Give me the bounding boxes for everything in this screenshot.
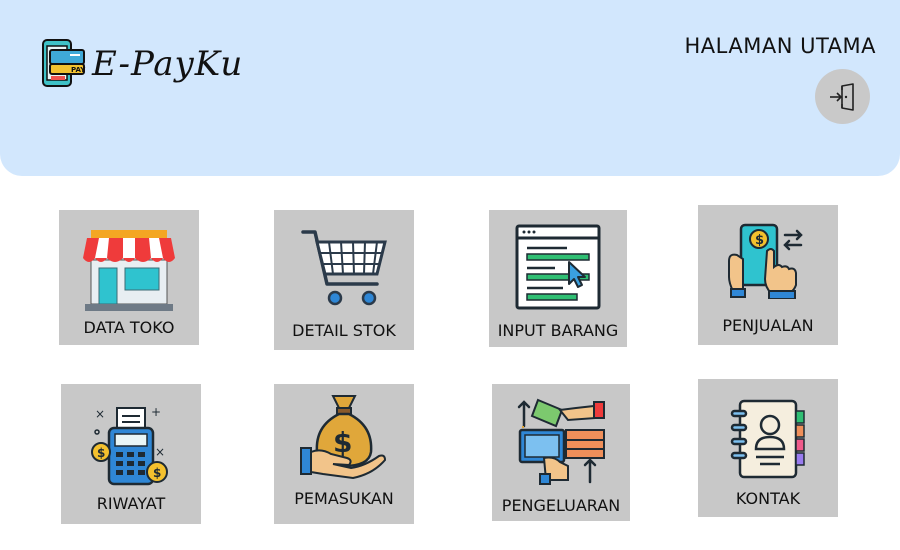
menu-tile-label: DETAIL STOK xyxy=(292,321,396,340)
menu-tile-label: KONTAK xyxy=(735,489,801,508)
menu-tile-input-barang[interactable]: INPUT BARANG xyxy=(489,210,627,347)
payment-terminal-icon: $ $ × + × xyxy=(91,405,168,486)
svg-text:$: $ xyxy=(97,446,105,460)
menu-tile-penjualan[interactable]: $ PENJUALAN xyxy=(698,205,838,345)
phone-pay-icon: PAY xyxy=(42,39,86,87)
app-logo[interactable]: PAY E-PayKu xyxy=(40,36,242,96)
store-icon xyxy=(83,230,175,311)
menu-tile-riwayat[interactable]: $ $ × + × RIWAYAT xyxy=(61,384,201,524)
menu-tile-label: DATA TOKO xyxy=(83,318,175,337)
mobile-payment-icon: $ xyxy=(728,223,803,299)
app-name: E-PayKu xyxy=(92,44,244,84)
contact-book-icon xyxy=(730,399,805,479)
svg-text:$: $ xyxy=(153,466,161,480)
menu-tile-label: RIWAYAT xyxy=(96,494,166,513)
svg-text:$: $ xyxy=(755,233,764,248)
menu-tile-pemasukan[interactable]: $ PEMASUKAN xyxy=(274,384,414,524)
header-bar: PAY E-PayKu HALAMAN UTAMA xyxy=(0,0,900,176)
menu-tile-data-toko[interactable]: DATA TOKO xyxy=(59,210,199,345)
menu-tile-label: INPUT BARANG xyxy=(497,321,619,340)
menu-tile-label: PENGELUARAN xyxy=(501,496,621,515)
svg-text:×: × xyxy=(155,445,165,459)
menu-tile-pengeluaran[interactable]: PENGELUARAN xyxy=(492,384,630,521)
shopping-cart-icon xyxy=(301,230,387,306)
menu-tile-label: PEMASUKAN xyxy=(294,489,394,508)
logout-button[interactable] xyxy=(815,69,870,124)
svg-text:PAY: PAY xyxy=(71,66,86,74)
menu-tile-kontak[interactable]: KONTAK xyxy=(698,379,838,517)
svg-text:+: + xyxy=(151,405,161,419)
payment-exchange-icon xyxy=(517,398,605,485)
page-title: HALAMAN UTAMA xyxy=(684,34,876,58)
menu-tile-detail-stok[interactable]: DETAIL STOK xyxy=(274,210,414,350)
form-input-icon xyxy=(515,224,601,310)
svg-text:×: × xyxy=(95,407,105,421)
menu-tile-label: PENJUALAN xyxy=(722,316,814,335)
logout-icon xyxy=(829,82,854,111)
svg-text:$: $ xyxy=(333,426,352,459)
money-bag-hand-icon: $ xyxy=(300,395,387,480)
